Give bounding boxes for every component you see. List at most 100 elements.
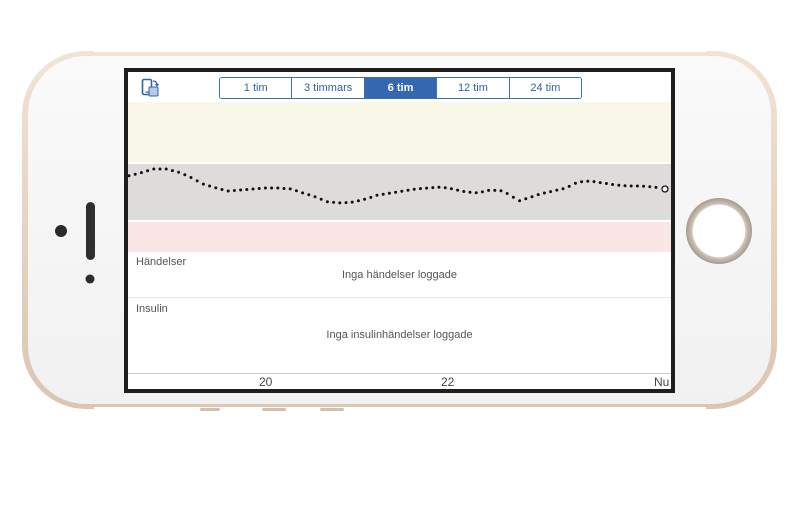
glucose-reading-dot — [456, 188, 460, 192]
glucose-reading-dot — [245, 188, 249, 191]
phone-frame: 1 tim 3 timmars 6 tim 12 tim 24 tim Händelse… — [0, 0, 800, 506]
current-reading-marker[interactable] — [661, 185, 669, 193]
glucose-reading-dot — [282, 187, 286, 190]
glucose-reading-dot — [251, 187, 255, 191]
glucose-reading-dot — [332, 200, 336, 204]
glucose-reading-dot — [468, 190, 472, 194]
glucose-reading-dot — [443, 186, 447, 190]
glucose-reading-dot — [642, 184, 646, 188]
events-section: Händelser Inga händelser loggade — [128, 252, 671, 298]
glucose-reading-dot — [505, 192, 509, 195]
range-toolbar: 1 tim 3 timmars 6 tim 12 tim 24 tim — [128, 72, 671, 102]
range-option[interactable]: 1 tim — [220, 78, 292, 98]
glucose-reading-dot — [518, 199, 522, 203]
glucose-reading-dot — [195, 179, 199, 183]
glucose-reading-dot — [406, 188, 410, 192]
glucose-reading-dot — [480, 190, 484, 194]
glucose-reading-dot — [394, 190, 398, 194]
earpiece-speaker — [86, 202, 95, 260]
glucose-reading-dot — [400, 189, 404, 193]
x-tick-label: 22 — [441, 375, 455, 389]
range-option[interactable]: 12 tim — [436, 78, 509, 98]
insulin-label: Insulin — [136, 303, 168, 315]
glucose-reading-dot — [555, 188, 559, 192]
glucose-reading-dot — [177, 170, 181, 174]
glucose-reading-dot — [133, 172, 137, 176]
glucose-reading-dot — [220, 188, 224, 191]
rotate-device-icon[interactable] — [140, 78, 160, 98]
glucose-reading-dot — [158, 167, 162, 171]
events-empty-message: Inga händelser loggade — [342, 269, 457, 281]
glucose-reading-dot — [462, 190, 466, 193]
glucose-reading-dot — [425, 186, 429, 190]
range-option[interactable]: 6 tim — [363, 78, 437, 98]
glucose-reading-dot — [152, 167, 156, 171]
x-tick-label: Nu — [654, 375, 670, 389]
glucose-reading-dot — [170, 169, 174, 173]
glucose-reading-dot — [654, 185, 658, 189]
glucose-reading-dot — [474, 191, 478, 195]
glucose-reading-dot — [338, 201, 342, 205]
glucose-reading-dot — [418, 187, 422, 191]
glucose-reading-dot — [487, 188, 491, 192]
glucose-reading-dot — [375, 193, 379, 197]
glucose-reading-dot — [276, 186, 280, 190]
glucose-reading-dot — [449, 187, 453, 191]
glucose-reading-dot — [499, 189, 503, 193]
glucose-reading-dot — [598, 181, 602, 185]
glucose-reading-dot — [294, 189, 298, 193]
glucose-reading-dot — [437, 185, 441, 189]
glucose-reading-dot — [257, 187, 261, 190]
glucose-reading-dot — [319, 197, 323, 201]
glucose-reading-dot — [573, 181, 577, 185]
glucose-reading-dot — [183, 173, 187, 177]
glucose-reading-dot — [226, 189, 230, 193]
app-screen: 1 tim 3 timmars 6 tim 12 tim 24 tim Händelse… — [128, 72, 671, 389]
glucose-reading-dot — [325, 200, 329, 204]
glucose-reading-dot — [270, 186, 274, 190]
glucose-reading-dot — [214, 186, 218, 190]
range-option[interactable]: 3 timmars — [291, 78, 364, 98]
glucose-reading-dot — [412, 187, 416, 191]
glucose-reading-dot — [511, 195, 515, 199]
glucose-reading-dot — [301, 191, 305, 195]
glucose-reading-dot — [263, 186, 267, 190]
glucose-reading-dot — [617, 183, 621, 187]
glucose-reading-dot — [635, 184, 639, 188]
glucose-reading-dot — [189, 176, 193, 179]
glucose-reading-dot — [146, 169, 150, 173]
glucose-reading-dot — [431, 186, 435, 190]
glucose-reading-dot — [232, 189, 236, 192]
high-range-band — [128, 102, 671, 162]
glucose-reading-dot — [239, 188, 243, 192]
glucose-reading-dot — [381, 192, 385, 196]
glucose-chart — [128, 102, 671, 252]
glucose-reading-dot — [536, 193, 540, 197]
glucose-reading-dot — [611, 183, 615, 186]
insulin-empty-message: Inga insulinhändelser loggade — [326, 329, 473, 341]
glucose-reading-dot — [344, 201, 348, 205]
glucose-reading-dot — [549, 190, 553, 194]
glucose-reading-dot — [369, 195, 373, 199]
glucose-reading-dot — [493, 188, 497, 192]
front-camera-icon — [55, 225, 67, 237]
glucose-reading-dot — [307, 193, 311, 197]
glucose-reading-dot — [350, 200, 354, 204]
glucose-reading-dot — [648, 185, 652, 189]
glucose-reading-dot — [524, 197, 528, 201]
insulin-section: Insulin Inga insulinhändelser loggade — [128, 299, 671, 373]
glucose-reading-dot — [208, 184, 212, 188]
glucose-reading-dot — [387, 191, 391, 195]
glucose-reading-dot — [313, 195, 317, 199]
glucose-reading-dot — [363, 197, 367, 201]
range-option[interactable]: 24 tim — [508, 78, 581, 98]
glucose-reading-dot — [164, 167, 168, 171]
glucose-reading-dot — [592, 180, 596, 184]
glucose-reading-dot — [288, 187, 292, 191]
glucose-reading-dot — [586, 179, 590, 183]
band-divider — [128, 220, 671, 222]
glucose-reading-dot — [580, 180, 584, 184]
glucose-reading-dot — [629, 184, 633, 188]
glucose-reading-dot — [561, 187, 565, 191]
x-tick-label: 20 — [259, 375, 273, 389]
